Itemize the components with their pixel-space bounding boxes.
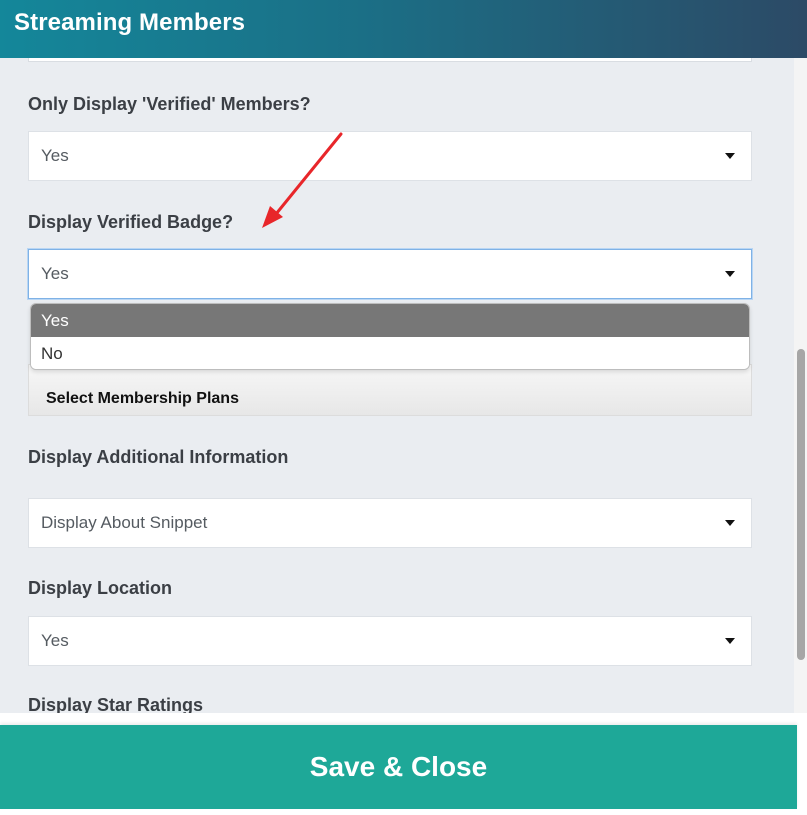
verified-only-label: Only Display 'Verified' Members?	[28, 94, 311, 114]
location-label: Display Location	[28, 578, 173, 598]
modal-title: Streaming Members	[14, 9, 246, 36]
star-ratings-label: Display Star Ratings	[28, 695, 204, 713]
membership-plans-value: Select Membership Plans	[46, 390, 239, 407]
location-value: Yes	[41, 631, 69, 650]
verified-badge-value: Yes	[41, 264, 69, 283]
scrollbar-thumb[interactable]	[797, 349, 805, 660]
verified-only-value: Yes	[41, 146, 69, 165]
caret-down-icon	[725, 153, 735, 159]
caret-down-icon	[725, 638, 735, 644]
previous-field-partial	[28, 58, 752, 62]
verified-badge-dropdown[interactable]: Yes No	[30, 303, 750, 370]
dropdown-option-label: Yes	[41, 311, 69, 330]
location-select[interactable]: Yes	[28, 616, 752, 666]
additional-info-select[interactable]: Display About Snippet	[28, 498, 752, 548]
verified-badge-label: Display Verified Badge?	[28, 212, 234, 232]
additional-info-value: Display About Snippet	[41, 513, 208, 532]
caret-down-icon	[725, 520, 735, 526]
caret-down-icon	[725, 271, 735, 277]
dropdown-option-no[interactable]: No	[31, 337, 749, 369]
verified-only-select[interactable]: Yes	[28, 131, 752, 181]
modal-header: Streaming Members	[0, 0, 807, 58]
additional-info-label: Display Additional Information	[28, 447, 289, 467]
dropdown-option-yes[interactable]: Yes	[31, 304, 749, 337]
verified-badge-select[interactable]: Yes	[28, 249, 752, 299]
settings-panel[interactable]: Only Display 'Verified' Members? Yes Dis…	[0, 58, 794, 713]
save-close-button[interactable]: Save & Close	[0, 725, 797, 809]
dropdown-option-label: No	[41, 344, 63, 363]
membership-plans-select[interactable]: Select Membership Plans	[28, 364, 752, 416]
